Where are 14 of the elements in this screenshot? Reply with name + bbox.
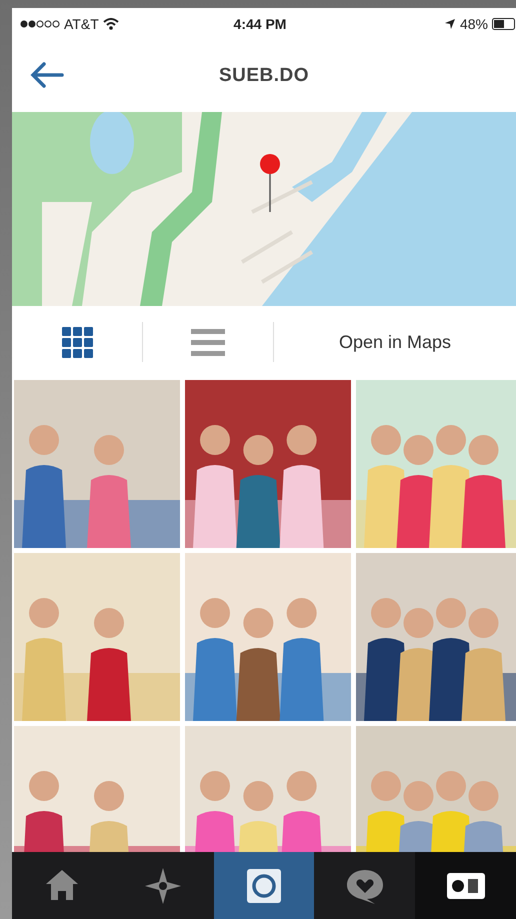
profile-card-icon[interactable]	[415, 852, 516, 919]
clock-time: 4:44 PM	[232, 14, 288, 34]
signal-icon	[20, 19, 60, 29]
open-in-maps-link[interactable]: Open in Maps	[274, 328, 516, 356]
back-button[interactable]	[28, 60, 66, 90]
battery-percent: 48%	[460, 14, 488, 34]
grid-icon	[62, 326, 92, 358]
battery-icon	[492, 18, 516, 30]
location-arrow-icon	[444, 18, 456, 30]
camera-icon[interactable]	[214, 852, 314, 919]
carrier-name: AT&T	[64, 14, 99, 34]
list-icon	[191, 327, 225, 357]
page-title: SUEB.DO	[218, 64, 310, 88]
wifi-icon	[102, 18, 119, 30]
